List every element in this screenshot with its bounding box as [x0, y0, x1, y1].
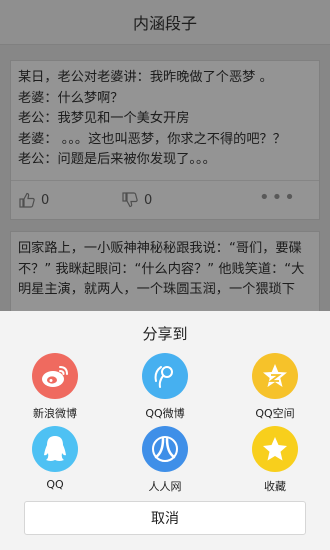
- weibo-icon: [32, 353, 78, 399]
- share-sheet-title: 分享到: [142, 325, 188, 343]
- share-label: 收藏: [264, 480, 286, 493]
- qq-icon: [32, 426, 78, 472]
- renren-icon: [142, 426, 188, 472]
- share-sheet: 分享到 新浪微博 QQ微博 QQ空间 QQ 人人网 收藏 取消: [0, 311, 330, 550]
- share-tencent-weibo-button[interactable]: QQ微博: [125, 353, 205, 421]
- share-label: 人人网: [148, 480, 182, 493]
- share-label: QQ: [46, 478, 64, 491]
- share-label: QQ空间: [255, 407, 295, 420]
- share-weibo-button[interactable]: 新浪微博: [15, 353, 95, 421]
- qzone-icon: [252, 353, 298, 399]
- share-qzone-button[interactable]: QQ空间: [235, 353, 315, 421]
- share-label: QQ微博: [145, 407, 185, 420]
- share-label: 新浪微博: [33, 407, 77, 420]
- favorite-star-icon: [252, 426, 298, 472]
- tencent-weibo-icon: [142, 353, 188, 399]
- share-qq-button[interactable]: QQ: [15, 426, 95, 491]
- cancel-button[interactable]: 取消: [24, 501, 306, 535]
- share-favorite-button[interactable]: 收藏: [235, 426, 315, 494]
- share-renren-button[interactable]: 人人网: [125, 426, 205, 494]
